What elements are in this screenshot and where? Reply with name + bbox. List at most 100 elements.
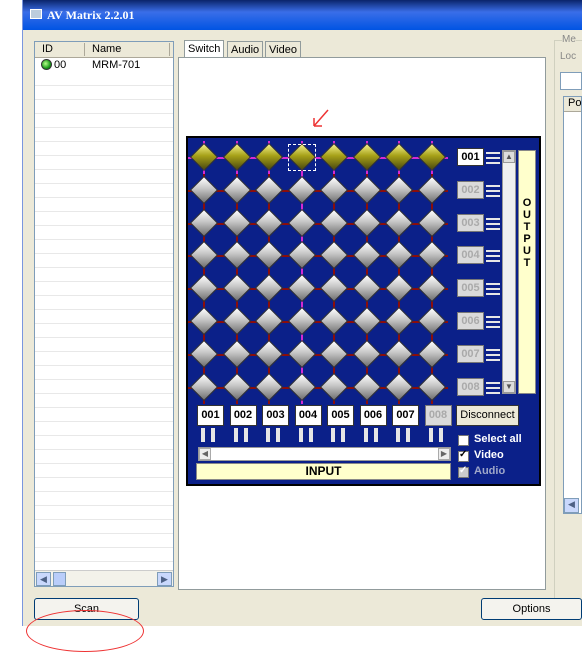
crosspoint-004-007[interactable]	[383, 239, 416, 273]
scroll-up-arrow[interactable]: ▲	[503, 151, 515, 163]
crosspoint-004-005[interactable]	[318, 239, 351, 273]
crosspoint-006-002[interactable]	[220, 305, 253, 338]
crosspoint-005-001[interactable]	[188, 272, 221, 306]
input-button-002[interactable]: 002	[229, 405, 257, 426]
input-button-008[interactable]: 008	[424, 405, 452, 426]
output-scrollbar[interactable]: ▲ ▼	[502, 150, 516, 394]
crosspoint-004-008[interactable]	[415, 239, 448, 273]
crosspoint-005-002[interactable]	[220, 272, 253, 306]
crosspoint-008-001[interactable]	[188, 370, 221, 404]
crosspoint-002-003[interactable]	[253, 173, 286, 207]
crosspoint-001-008[interactable]	[415, 141, 448, 174]
scroll-down-arrow[interactable]: ▼	[503, 381, 515, 393]
output-button-007[interactable]: 007	[457, 344, 484, 363]
crosspoint-008-007[interactable]	[383, 370, 416, 404]
column-divider[interactable]	[169, 43, 170, 56]
crosspoint-006-001[interactable]	[188, 305, 221, 338]
crosspoint-007-004[interactable]	[285, 337, 318, 371]
output-button-006[interactable]: 006	[457, 312, 484, 330]
input-button-005[interactable]: 005	[327, 405, 354, 426]
crosspoint-003-005[interactable]	[318, 206, 351, 240]
disconnect-button[interactable]: Disconnect	[456, 405, 519, 426]
output-button-008[interactable]: 008	[457, 377, 484, 396]
column-name[interactable]: Name	[92, 43, 121, 55]
crosspoint-003-001[interactable]	[188, 206, 221, 240]
crosspoint-004-001[interactable]	[188, 239, 221, 273]
select-all-checkbox[interactable]	[458, 435, 469, 446]
device-list[interactable]: ID Name 00 MRM-701 ◀ ▶	[34, 41, 174, 587]
crosspoint-002-008[interactable]	[415, 173, 448, 207]
tab-video[interactable]: Video	[265, 41, 301, 58]
crosspoint-001-006[interactable]	[350, 141, 383, 174]
crosspoint-005-007[interactable]	[383, 272, 416, 306]
crosspoint-007-008[interactable]	[415, 337, 448, 371]
input-scrollbar[interactable]: ◀ ▶	[198, 447, 451, 461]
tab-audio[interactable]: Audio	[227, 41, 264, 58]
crosspoint-005-003[interactable]	[253, 272, 286, 306]
crosspoint-004-004[interactable]	[285, 239, 318, 273]
port-column-header[interactable]: Po	[564, 97, 581, 112]
crosspoint-006-007[interactable]	[383, 305, 416, 338]
crosspoint-003-007[interactable]	[383, 206, 416, 240]
scroll-left-arrow[interactable]: ◀	[199, 448, 211, 460]
location-input[interactable]	[560, 72, 582, 90]
crosspoint-006-003[interactable]	[253, 305, 286, 338]
tab-switch[interactable]: Switch	[184, 40, 225, 58]
column-id[interactable]: ID	[42, 43, 53, 55]
crosspoint-005-006[interactable]	[350, 272, 383, 306]
port-list[interactable]: Po ◀	[563, 96, 582, 514]
crosspoint-004-006[interactable]	[350, 239, 383, 273]
scroll-left-arrow[interactable]: ◀	[36, 572, 51, 586]
crosspoint-007-005[interactable]	[318, 337, 351, 371]
crosspoint-006-005[interactable]	[318, 305, 351, 338]
crosspoint-003-008[interactable]	[415, 206, 448, 240]
input-button-004[interactable]: 004	[294, 405, 322, 426]
scroll-left-arrow[interactable]: ◀	[564, 498, 579, 513]
crosspoint-007-003[interactable]	[253, 337, 286, 371]
crosspoint-001-004[interactable]	[285, 141, 318, 174]
crosspoint-002-004[interactable]	[285, 173, 318, 207]
scroll-right-arrow[interactable]: ▶	[438, 448, 450, 460]
video-checkbox[interactable]	[458, 449, 469, 462]
crosspoint-002-002[interactable]	[220, 173, 253, 207]
crosspoint-004-003[interactable]	[253, 239, 286, 273]
input-button-003[interactable]: 003	[262, 405, 289, 426]
scroll-thumb[interactable]	[53, 572, 66, 586]
input-button-007[interactable]: 007	[392, 405, 419, 426]
output-button-001[interactable]: 001	[457, 148, 484, 166]
crosspoint-008-008[interactable]	[415, 370, 448, 404]
crosspoint-002-005[interactable]	[318, 173, 351, 207]
crosspoint-006-004[interactable]	[285, 305, 318, 338]
crosspoint-001-007[interactable]	[383, 141, 416, 174]
input-button-001[interactable]: 001	[197, 405, 224, 426]
output-button-003[interactable]: 003	[457, 213, 484, 232]
device-list-scrollbar[interactable]: ◀ ▶	[35, 570, 173, 586]
crosspoint-001-005[interactable]	[318, 141, 351, 174]
output-button-002[interactable]: 002	[457, 180, 484, 199]
crosspoint-007-001[interactable]	[188, 337, 221, 371]
crosspoint-008-005[interactable]	[318, 370, 351, 404]
input-button-006[interactable]: 006	[359, 405, 387, 426]
crosspoint-008-003[interactable]	[253, 370, 286, 404]
crosspoint-006-008[interactable]	[415, 305, 448, 338]
output-button-005[interactable]: 005	[457, 279, 484, 298]
crosspoint-005-008[interactable]	[415, 272, 448, 306]
title-bar[interactable]: AV Matrix 2.2.01	[23, 0, 582, 30]
crosspoint-001-003[interactable]	[253, 141, 286, 174]
crosspoint-003-004[interactable]	[285, 206, 318, 240]
options-button[interactable]: Options	[481, 598, 582, 620]
crosspoint-007-006[interactable]	[350, 337, 383, 371]
crosspoint-003-006[interactable]	[350, 206, 383, 240]
crosspoint-007-002[interactable]	[220, 337, 253, 371]
crosspoint-001-002[interactable]	[220, 141, 253, 174]
crosspoint-008-004[interactable]	[285, 370, 318, 404]
crosspoint-008-002[interactable]	[220, 370, 253, 404]
output-button-004[interactable]: 004	[457, 246, 484, 265]
crosspoint-004-002[interactable]	[220, 239, 253, 273]
crosspoint-002-001[interactable]	[188, 173, 221, 207]
crosspoint-007-007[interactable]	[383, 337, 416, 371]
crosspoint-003-002[interactable]	[220, 206, 253, 240]
column-divider[interactable]	[84, 43, 85, 56]
crosspoint-006-006[interactable]	[350, 305, 383, 338]
crosspoint-003-003[interactable]	[253, 206, 286, 240]
